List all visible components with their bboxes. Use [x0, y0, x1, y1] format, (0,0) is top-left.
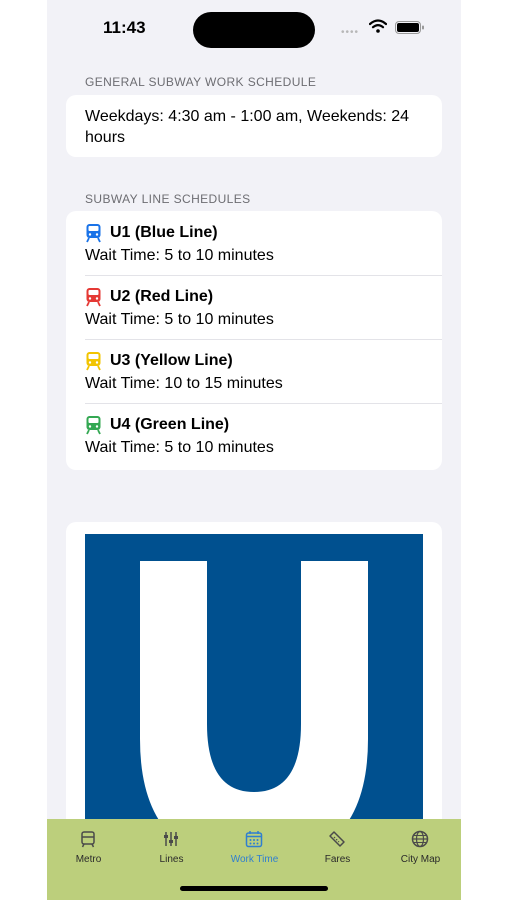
general-schedule-header: GENERAL SUBWAY WORK SCHEDULE [85, 75, 317, 89]
tab-work-time[interactable]: Work Time [213, 819, 296, 879]
phone-screen: 11:43 •••• GENERAL SUBWAY WORK SCHEDULE … [47, 0, 461, 900]
tram-icon [86, 224, 101, 243]
status-bar: 11:43 •••• [47, 0, 461, 56]
line-wait-time: Wait Time: 5 to 10 minutes [85, 439, 274, 456]
tab-fares[interactable]: Fares [296, 819, 379, 879]
battery-icon [395, 21, 424, 34]
line-schedules-header: SUBWAY LINE SCHEDULES [85, 192, 251, 206]
tab-metro[interactable]: Metro [47, 819, 130, 879]
tram-icon [86, 288, 101, 307]
line-name: U2 (Red Line) [110, 288, 214, 305]
line-row-u1[interactable]: U1 (Blue Line) Wait Time: 5 to 10 minute… [66, 211, 442, 275]
line-row-u2[interactable]: U2 (Red Line) Wait Time: 5 to 10 minutes [66, 275, 442, 339]
status-time: 11:43 [103, 18, 146, 37]
tram-icon [86, 416, 101, 435]
tab-bar: Metro Lines Work Time Fares City Map [47, 819, 461, 900]
tab-city-map[interactable]: City Map [379, 819, 461, 879]
line-name: U1 (Blue Line) [110, 224, 218, 241]
tab-label: Work Time [230, 854, 279, 865]
dynamic-island [193, 12, 315, 48]
home-indicator [180, 886, 328, 891]
tab-label: Metro [75, 854, 102, 865]
line-schedules-card: U1 (Blue Line) Wait Time: 5 to 10 minute… [66, 211, 442, 470]
cellular-signal-icon: •••• [341, 27, 360, 38]
line-row-u4[interactable]: U4 (Green Line) Wait Time: 5 to 10 minut… [66, 403, 442, 467]
line-name: U4 (Green Line) [110, 416, 230, 433]
tab-label: City Map [400, 854, 441, 865]
tab-label: Fares [324, 854, 351, 865]
wifi-icon [369, 19, 387, 33]
tram-icon [81, 831, 95, 848]
line-wait-time: Wait Time: 5 to 10 minutes [85, 311, 274, 328]
calendar-icon [245, 831, 263, 848]
line-wait-time: Wait Time: 5 to 10 minutes [85, 247, 274, 264]
line-wait-time: Wait Time: 10 to 15 minutes [85, 375, 283, 392]
ticket-icon [329, 831, 345, 847]
sliders-icon [164, 832, 178, 846]
line-row-u3[interactable]: U3 (Yellow Line) Wait Time: 10 to 15 min… [66, 339, 442, 403]
general-schedule-text: Weekdays: 4:30 am - 1:00 am, Weekends: 2… [85, 108, 410, 146]
line-name: U3 (Yellow Line) [110, 352, 233, 369]
tram-icon [86, 352, 101, 371]
tab-label: Lines [159, 854, 184, 865]
general-schedule-card: Weekdays: 4:30 am - 1:00 am, Weekends: 2… [66, 95, 442, 157]
globe-icon [411, 830, 429, 848]
tab-lines[interactable]: Lines [130, 819, 213, 879]
